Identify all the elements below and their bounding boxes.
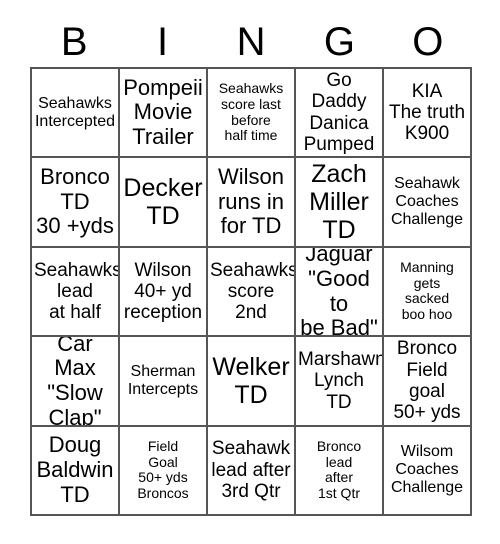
bingo-cell-text: Wilson runs in for TD: [217, 164, 285, 239]
bingo-cell[interactable]: Seahawk Coaches Challenge: [384, 158, 472, 248]
bingo-cell[interactable]: Seahawk lead after 3rd Qtr: [208, 426, 296, 516]
bingo-cell-text: Bronco Field goal 50+ yds: [393, 338, 461, 424]
bingo-cell-text: Manning gets sacked boo hoo: [400, 259, 454, 323]
bingo-cell[interactable]: Doug Baldwin TD: [32, 426, 120, 516]
bingo-cell[interactable]: KIA The truth K900: [384, 69, 472, 159]
bingo-cell-text: Car Max "Slow Clap": [47, 337, 103, 427]
header-letter-n: N: [236, 20, 266, 64]
bingo-cell[interactable]: Car Max "Slow Clap": [32, 337, 120, 427]
bingo-cell-text: Go Daddy Danica Pumped: [303, 70, 375, 155]
bingo-cell[interactable]: Wilson 40+ yd reception: [120, 247, 208, 338]
bingo-cell-text: Seahawk Coaches Challenge: [390, 175, 464, 229]
bingo-cell[interactable]: Welker TD: [208, 337, 296, 427]
header-letter-i: I: [157, 20, 169, 64]
bingo-cell[interactable]: Bronco TD 30 +yds: [32, 158, 120, 248]
bingo-cell[interactable]: Marshawn Lynch TD: [296, 337, 384, 427]
bingo-cell[interactable]: Seahawks Intercepted: [32, 69, 120, 159]
bingo-cell-text: Sherman Intercepts: [127, 362, 199, 398]
bingo-cell-text: Field Goal 50+ yds Broncos: [137, 437, 189, 501]
bingo-cell[interactable]: Seahawks lead at half: [32, 247, 120, 338]
bingo-cell-text: Pompeii Movie Trailer: [123, 74, 203, 149]
bingo-cell-text: Seahawks score 2nd: [210, 259, 296, 324]
bingo-cell[interactable]: Seahawks score 2nd: [208, 247, 296, 338]
bingo-grid: Seahawks Intercepted Pompeii Movie Traile…: [30, 67, 472, 516]
bingo-cell[interactable]: Wilson runs in for TD: [208, 158, 296, 248]
bingo-cell[interactable]: Pompeii Movie Trailer: [120, 69, 208, 159]
bingo-cell[interactable]: Bronco lead after 1st Qtr: [296, 426, 384, 516]
bingo-cell-text: Jaguar "Good to be Bad": [300, 247, 378, 338]
bingo-cell-text: Seahawk lead after 3rd Qtr: [211, 438, 291, 502]
bingo-cell-text: Seahawks score last before half time: [218, 80, 284, 144]
bingo-cell[interactable]: Decker TD: [120, 158, 208, 248]
bingo-cell[interactable]: Wilsom Coaches Challenge: [384, 426, 472, 516]
bingo-cell-text: Decker TD: [123, 174, 203, 231]
bingo-cell-text: Welker TD: [212, 352, 290, 409]
bingo-cell-text: Seahawks Intercepted: [34, 94, 116, 130]
header-letter-g: G: [323, 20, 355, 64]
bingo-cell[interactable]: Bronco Field goal 50+ yds: [384, 337, 472, 427]
bingo-cell[interactable]: Manning gets sacked boo hoo: [384, 247, 472, 338]
bingo-cell-text: Wilsom Coaches Challenge: [390, 443, 464, 497]
bingo-cell[interactable]: Go Daddy Danica Pumped: [296, 69, 384, 159]
header-letter-b: B: [60, 20, 88, 64]
bingo-cell-text: Marshawn Lynch TD: [298, 348, 384, 413]
bingo-cell[interactable]: Seahawks score last before half time: [208, 69, 296, 159]
bingo-cell-text: Zach Miller TD: [309, 160, 369, 245]
bingo-cell-text: Bronco lead after 1st Qtr: [316, 437, 362, 501]
bingo-cell-text: Seahawks lead at half: [34, 259, 120, 324]
bingo-cell-text: Wilson 40+ yd reception: [123, 259, 203, 324]
bingo-cell-text: KIA The truth K900: [388, 80, 466, 145]
bingo-cell-text: Bronco TD 30 +yds: [36, 164, 114, 239]
bingo-cell[interactable]: Jaguar "Good to be Bad": [296, 247, 384, 338]
header-letter-o: O: [412, 20, 444, 64]
bingo-cell-text: Doug Baldwin TD: [36, 432, 114, 507]
bingo-cell[interactable]: Sherman Intercepts: [120, 337, 208, 427]
bingo-card: B I N G O Seahawks Intercepted Pompeii Mo…: [0, 0, 500, 544]
bingo-cell[interactable]: Field Goal 50+ yds Broncos: [120, 426, 208, 516]
bingo-cell[interactable]: Zach Miller TD: [296, 158, 384, 248]
bingo-header: B I N G O: [30, 18, 472, 66]
